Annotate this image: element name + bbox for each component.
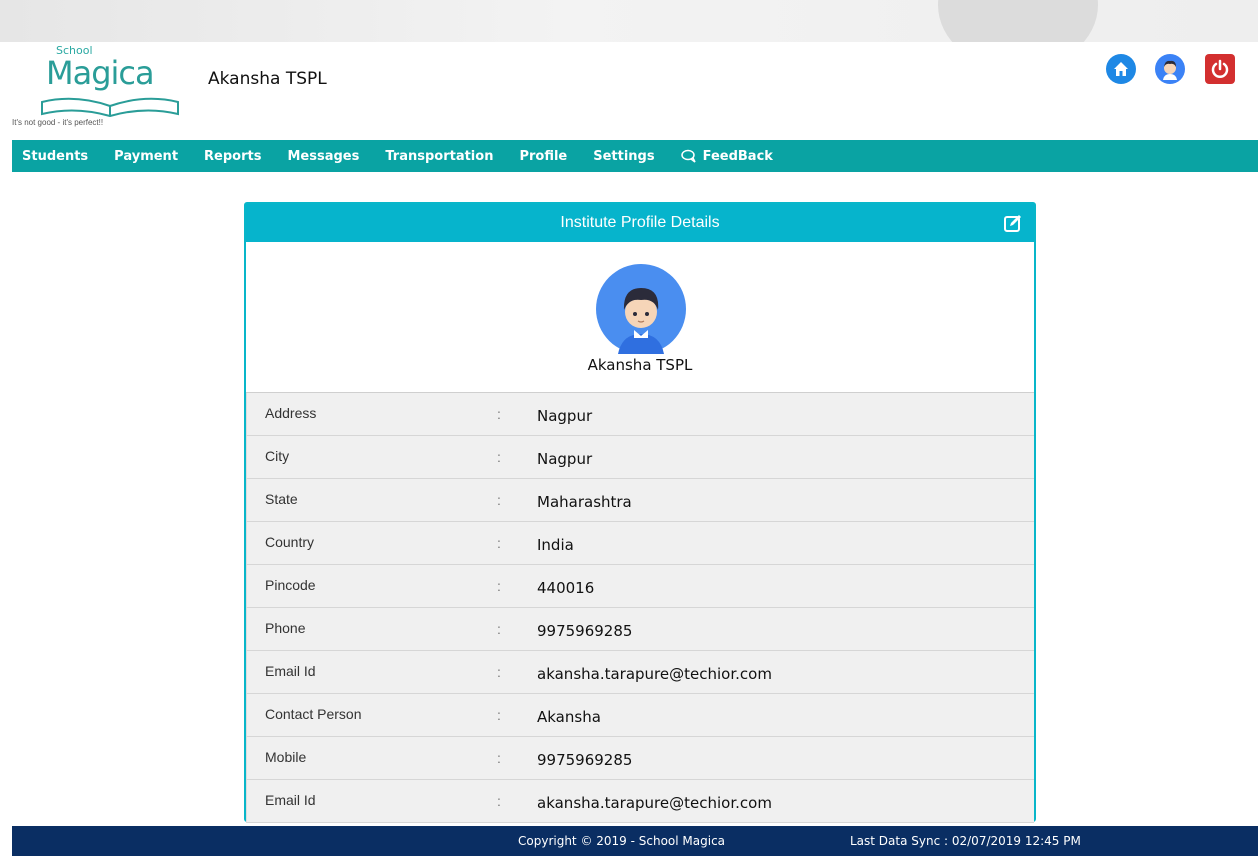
detail-separator: : xyxy=(497,793,501,809)
card-title: Institute Profile Details xyxy=(560,214,720,231)
book-icon xyxy=(41,97,179,118)
detail-value: Maharashtra xyxy=(537,493,632,511)
detail-label: Email Id xyxy=(265,792,316,808)
nav-reports[interactable]: Reports xyxy=(204,149,261,164)
institute-profile-card: Institute Profile Details Akansha TSPL A… xyxy=(244,202,1036,823)
logo-tagline: It's not good - it's perfect!! xyxy=(12,118,104,127)
detail-separator: : xyxy=(497,750,501,766)
detail-label: State xyxy=(265,491,298,507)
detail-label: Pincode xyxy=(265,577,316,593)
detail-row-phone: Phone : 9975969285 xyxy=(246,608,1034,651)
user-profile-button[interactable] xyxy=(1155,54,1185,84)
last-sync-text: Last Data Sync : 02/07/2019 12:45 PM xyxy=(850,834,1081,848)
app-header: School Magica It's not good - it's perfe… xyxy=(12,42,1258,140)
edit-icon[interactable] xyxy=(1004,214,1022,232)
profile-name: Akansha TSPL xyxy=(587,356,693,374)
detail-separator: : xyxy=(497,578,501,594)
detail-value: India xyxy=(537,536,574,554)
detail-label: Address xyxy=(265,405,317,421)
nav-profile[interactable]: Profile xyxy=(519,149,567,164)
nav-payment[interactable]: Payment xyxy=(114,149,178,164)
copyright-text: Copyright © 2019 - School Magica xyxy=(518,834,726,848)
detail-separator: : xyxy=(497,621,501,637)
detail-value: 9975969285 xyxy=(537,622,633,640)
home-icon xyxy=(1114,62,1128,76)
detail-row-city: City : Nagpur xyxy=(246,436,1034,479)
detail-row-mobile: Mobile : 9975969285 xyxy=(246,737,1034,780)
nav-messages[interactable]: Messages xyxy=(287,149,359,164)
institute-title: Akansha TSPL xyxy=(208,69,327,89)
logo-main-text: Magica xyxy=(46,54,155,92)
detail-row-address: Address : Nagpur xyxy=(246,393,1034,436)
detail-value: 440016 xyxy=(537,579,595,597)
main-navigation: Students Payment Reports Messages Transp… xyxy=(12,140,1258,172)
power-icon xyxy=(1211,59,1229,78)
home-button[interactable] xyxy=(1106,54,1136,84)
detail-separator: : xyxy=(497,492,501,508)
detail-row-country: Country : India xyxy=(246,522,1034,565)
detail-label: Contact Person xyxy=(265,706,362,722)
page-footer: Copyright © 2019 - School Magica Last Da… xyxy=(12,826,1258,856)
detail-label: Mobile xyxy=(265,749,307,765)
detail-label: Email Id xyxy=(265,663,316,679)
user-avatar-icon xyxy=(1163,60,1177,80)
school-magica-logo[interactable]: School Magica It's not good - it's perfe… xyxy=(12,42,190,134)
detail-value: 9975969285 xyxy=(537,751,633,769)
detail-separator: : xyxy=(497,707,501,723)
detail-value: Akansha xyxy=(537,708,601,726)
detail-value: akansha.tarapure@techior.com xyxy=(537,794,772,812)
detail-separator: : xyxy=(497,406,501,422)
nav-students[interactable]: Students xyxy=(22,149,88,164)
nav-feedback-label: FeedBack xyxy=(702,148,773,164)
nav-feedback[interactable]: FeedBack xyxy=(680,148,773,164)
detail-separator: : xyxy=(497,449,501,465)
nav-transportation[interactable]: Transportation xyxy=(385,149,493,164)
profile-avatar-icon xyxy=(596,264,686,354)
detail-value: akansha.tarapure@techior.com xyxy=(537,665,772,683)
chat-icon xyxy=(680,149,696,163)
detail-separator: : xyxy=(497,664,501,680)
detail-value: Nagpur xyxy=(537,450,593,468)
detail-label: Phone xyxy=(265,620,306,636)
profile-summary: Akansha TSPL xyxy=(246,242,1034,393)
card-header: Institute Profile Details xyxy=(246,204,1034,242)
detail-row-contact-person: Contact Person : Akansha xyxy=(246,694,1034,737)
detail-label: Country xyxy=(265,534,315,550)
detail-row-contact-email: Email Id : akansha.tarapure@techior.com xyxy=(246,780,1034,823)
detail-value: Nagpur xyxy=(537,407,593,425)
detail-row-pincode: Pincode : 440016 xyxy=(246,565,1034,608)
detail-separator: : xyxy=(497,535,501,551)
logout-button[interactable] xyxy=(1205,54,1235,84)
profile-details-list: Address : Nagpur City : Nagpur State : M… xyxy=(246,393,1034,823)
detail-row-state: State : Maharashtra xyxy=(246,479,1034,522)
detail-row-email: Email Id : akansha.tarapure@techior.com xyxy=(246,651,1034,694)
detail-label: City xyxy=(265,448,290,464)
nav-settings[interactable]: Settings xyxy=(593,149,654,164)
